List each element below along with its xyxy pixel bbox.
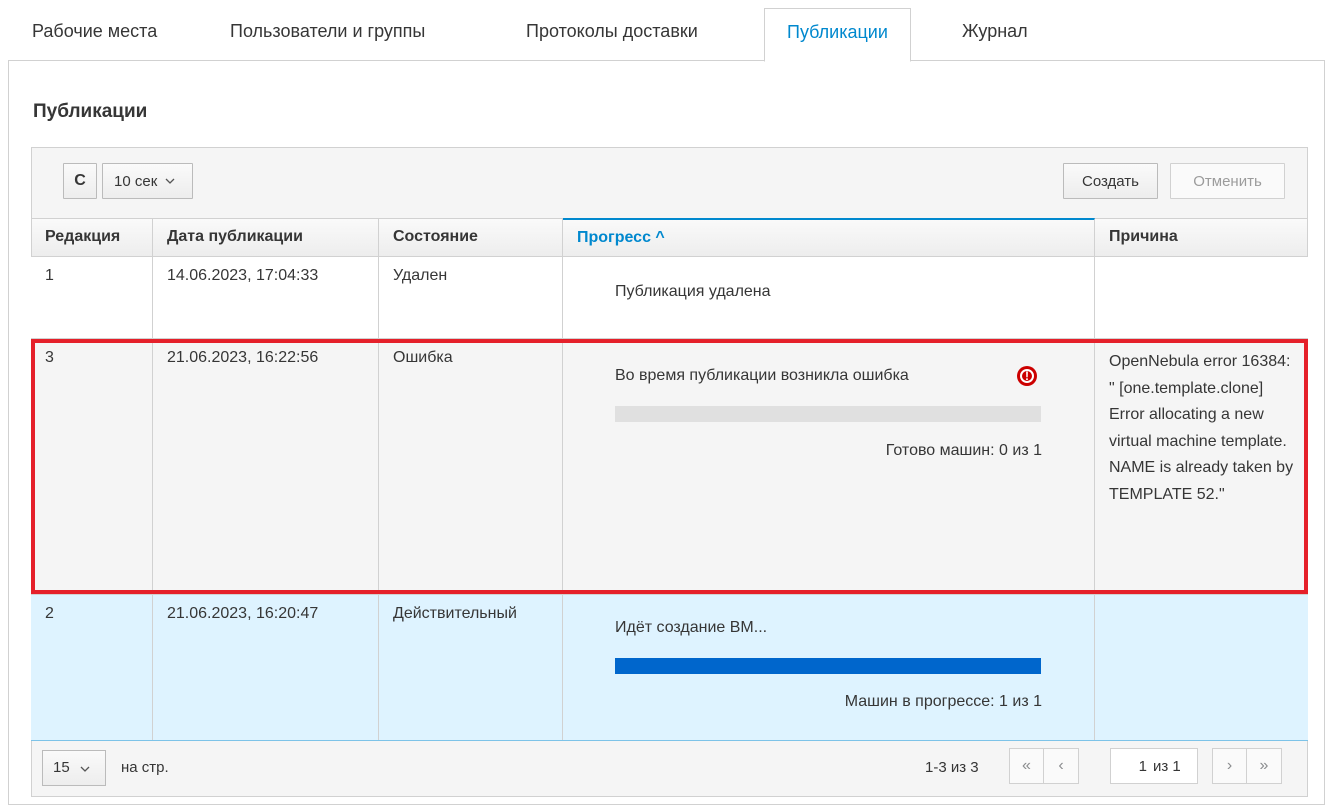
progress-bar — [615, 658, 1041, 674]
cell-date: 21.06.2023, 16:22:56 — [153, 339, 379, 594]
error-reason-text: OpenNebula error 16384: " [one.template.… — [1109, 353, 1294, 503]
cell-state: Действительный — [379, 595, 563, 740]
tab-publications[interactable]: Публикации — [764, 8, 911, 62]
progress-message: Идёт создание ВМ... — [615, 619, 768, 636]
cell-date: 21.06.2023, 16:20:47 — [153, 595, 379, 740]
pagination-next-group: › » — [1212, 748, 1282, 784]
column-header-date[interactable]: Дата публикации — [153, 218, 379, 257]
column-header-reason[interactable]: Причина — [1095, 218, 1308, 257]
cell-reason — [1095, 257, 1308, 338]
page-title: Публикации — [33, 101, 148, 122]
page-total-label: из 1 — [1153, 757, 1181, 775]
refresh-button[interactable]: C — [63, 163, 97, 199]
cell-reason — [1095, 595, 1308, 740]
per-page-select[interactable]: 15 — [42, 750, 106, 786]
cell-state: Ошибка — [379, 339, 563, 594]
progress-message: Публикация удалена — [615, 283, 771, 300]
previous-page-icon[interactable]: ‹ — [1044, 749, 1078, 783]
last-page-icon[interactable]: » — [1247, 749, 1281, 783]
page-number: 1 — [1138, 757, 1147, 775]
cell-progress: Идёт создание ВМ... Машин в прогрессе: 1… — [563, 595, 1095, 740]
tab-journal[interactable]: Журнал — [940, 8, 1050, 61]
column-header-revision[interactable]: Редакция — [31, 218, 153, 257]
table-row[interactable]: 1 14.06.2023, 17:04:33 Удален Публикация… — [31, 257, 1308, 339]
progress-count: Машин в прогрессе: 1 из 1 — [844, 693, 1042, 710]
chevron-down-icon — [165, 175, 175, 187]
progress-bar — [615, 406, 1041, 422]
tab-bar: Рабочие места Пользователи и группы Прот… — [8, 8, 1325, 62]
cell-state: Удален — [379, 257, 563, 338]
cell-progress: Во время публикации возникла ошибка ! Го… — [563, 339, 1095, 594]
create-button[interactable]: Создать — [1063, 163, 1158, 199]
progress-message: Во время публикации возникла ошибка — [615, 367, 909, 384]
tab-workplaces[interactable]: Рабочие места — [10, 8, 179, 61]
next-page-icon[interactable]: › — [1213, 749, 1247, 783]
table-row[interactable]: 2 21.06.2023, 16:20:47 Действительный Ид… — [31, 595, 1308, 741]
chevron-down-icon — [80, 759, 90, 776]
page-number-field[interactable]: 1 из 1 — [1110, 748, 1198, 784]
table-row[interactable]: 3 21.06.2023, 16:22:56 Ошибка Во время п… — [31, 339, 1308, 595]
first-page-icon[interactable]: « — [1010, 749, 1044, 783]
column-header-state[interactable]: Состояние — [379, 218, 563, 257]
tab-users-groups[interactable]: Пользователи и группы — [208, 8, 447, 61]
progress-count: Готово машин: 0 из 1 — [885, 442, 1042, 459]
refresh-icon: C — [74, 172, 86, 189]
cancel-button[interactable]: Отменить — [1170, 163, 1285, 199]
per-page-value: 15 — [53, 759, 70, 776]
refresh-interval-value: 10 сек — [114, 172, 158, 190]
column-header-progress[interactable]: Прогресс ^ — [563, 218, 1095, 257]
progress-bar-fill — [615, 658, 1041, 674]
tab-delivery-protocols[interactable]: Протоколы доставки — [504, 8, 720, 61]
cell-progress: Публикация удалена — [563, 257, 1095, 338]
cell-revision: 2 — [31, 595, 153, 740]
refresh-interval-select[interactable]: 10 сек — [102, 163, 193, 199]
pagination-prev-group: « ‹ — [1009, 748, 1079, 784]
cell-date: 14.06.2023, 17:04:33 — [153, 257, 379, 338]
per-page-label: на стр. — [121, 759, 169, 776]
error-icon: ! — [1017, 366, 1037, 386]
cell-revision: 3 — [31, 339, 153, 594]
cell-revision: 1 — [31, 257, 153, 338]
cell-reason: OpenNebula error 16384: " [one.template.… — [1095, 339, 1308, 594]
pagination-range: 1-3 из 3 — [925, 759, 979, 776]
